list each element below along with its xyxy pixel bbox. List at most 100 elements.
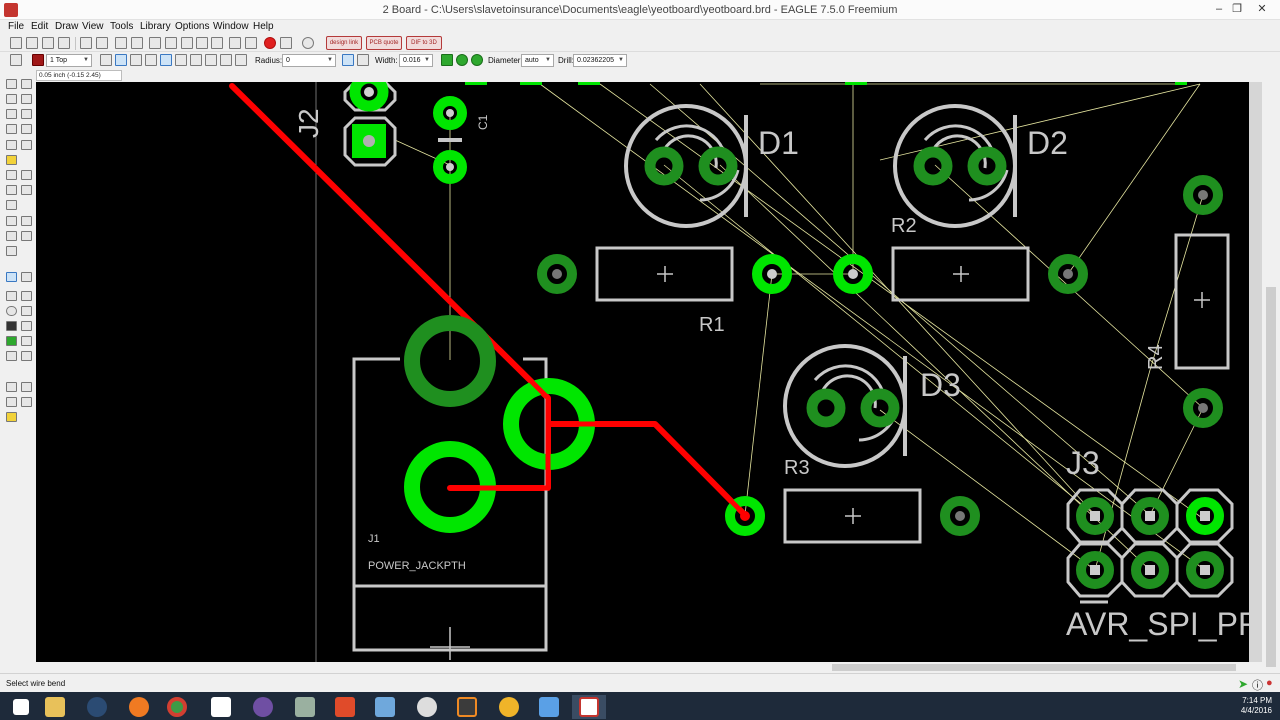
taskbar-app[interactable] <box>368 695 402 719</box>
pcb-quote-button[interactable]: PCB quote <box>366 36 402 50</box>
horizontal-scroll-thumb[interactable] <box>832 664 1236 671</box>
ratsnest-tool-icon[interactable] <box>21 382 32 392</box>
ulp-icon[interactable] <box>96 37 108 49</box>
taskbar-snow[interactable] <box>532 695 566 719</box>
dif-to-3d-button[interactable]: DIF to 3D <box>406 36 442 50</box>
drc-warning-icon[interactable] <box>6 412 17 422</box>
taskbar-twitch[interactable] <box>204 695 238 719</box>
taskbar-office[interactable] <box>328 695 362 719</box>
menu-view[interactable]: View <box>82 20 104 34</box>
bend-style-9-icon[interactable] <box>235 54 247 66</box>
mark-tool-icon[interactable] <box>21 94 32 104</box>
taskbar-flower[interactable] <box>492 695 526 719</box>
lock-tool-icon[interactable] <box>6 200 17 210</box>
signal-tool-icon[interactable] <box>21 336 32 346</box>
menu-help[interactable]: Help <box>253 20 274 34</box>
cam-icon[interactable] <box>58 37 70 49</box>
paste-tool-icon[interactable] <box>6 155 17 165</box>
close-button[interactable]: ✕ <box>1250 1 1274 18</box>
hole-tool-icon[interactable] <box>6 351 17 361</box>
save-icon[interactable] <box>26 37 38 49</box>
zoom-fit-icon[interactable] <box>149 37 161 49</box>
run-icon[interactable]: ➤ <box>1238 677 1248 691</box>
via-tool-icon[interactable] <box>6 336 17 346</box>
clock-time[interactable]: 7:14 PM <box>1241 696 1272 706</box>
layer-select[interactable]: 1 Top ▼ <box>46 54 92 67</box>
bend-style-7-icon[interactable] <box>205 54 217 66</box>
print-icon[interactable] <box>42 37 54 49</box>
via-octagon-icon[interactable] <box>471 54 483 66</box>
menu-file[interactable]: File <box>8 20 24 34</box>
group-tool-icon[interactable] <box>6 140 17 150</box>
drill-input[interactable]: 0.02362205 ▼ <box>573 54 627 67</box>
taskbar-steam[interactable] <box>80 695 114 719</box>
schematic-icon[interactable] <box>115 37 127 49</box>
zoom-in-icon[interactable] <box>165 37 177 49</box>
text-tool-icon[interactable] <box>21 291 32 301</box>
taskbar-chrome[interactable] <box>160 695 194 719</box>
taskbar-origin[interactable] <box>122 695 156 719</box>
add-tool-icon[interactable] <box>21 170 32 180</box>
script-icon[interactable] <box>80 37 92 49</box>
change-tool-icon[interactable] <box>21 140 32 150</box>
meander-tool-icon[interactable] <box>6 246 17 256</box>
route-tool-icon[interactable] <box>6 231 17 241</box>
zoom-out-icon[interactable] <box>181 37 193 49</box>
grid-icon[interactable] <box>10 54 22 66</box>
menu-edit[interactable]: Edit <box>31 20 48 34</box>
menu-draw[interactable]: Draw <box>55 20 78 34</box>
zoom-redraw-icon[interactable] <box>196 37 208 49</box>
replace-tool-icon[interactable] <box>6 185 17 195</box>
arc-tool-icon[interactable] <box>21 306 32 316</box>
vertical-scrollbar[interactable] <box>1262 69 1280 673</box>
display-tool-icon[interactable] <box>6 94 17 104</box>
taskbar-eagle[interactable] <box>572 695 606 719</box>
circle-tool-icon[interactable] <box>6 306 17 316</box>
route-active-tool-icon[interactable] <box>6 272 17 282</box>
miter-straight-icon[interactable] <box>357 54 369 66</box>
dimension-tool-icon[interactable] <box>6 382 17 392</box>
go-icon[interactable] <box>280 37 292 49</box>
bend-style-5-icon[interactable] <box>175 54 187 66</box>
polygon-tool-icon[interactable] <box>21 321 32 331</box>
attribute-tool-icon[interactable] <box>21 351 32 361</box>
bend-style-3-icon[interactable] <box>145 54 157 66</box>
zoom-select-icon[interactable] <box>211 37 223 49</box>
menu-window[interactable]: Window <box>213 20 249 34</box>
help-icon[interactable] <box>302 37 314 49</box>
autorouter-tool-icon[interactable] <box>21 272 32 282</box>
menu-tools[interactable]: Tools <box>110 20 133 34</box>
move-tool-icon[interactable] <box>6 109 17 119</box>
rotate-tool-icon[interactable] <box>21 124 32 134</box>
bend-style-8-icon[interactable] <box>220 54 232 66</box>
stop-icon[interactable] <box>264 37 276 49</box>
start-button[interactable] <box>4 695 38 719</box>
diameter-input[interactable]: auto ▼ <box>521 54 554 67</box>
taskbar-tool[interactable] <box>288 695 322 719</box>
undo-icon[interactable] <box>229 37 241 49</box>
design-link-button[interactable]: design link <box>326 36 362 50</box>
via-round-icon[interactable] <box>456 54 468 66</box>
taskbar-file-explorer[interactable] <box>38 695 72 719</box>
restore-button[interactable]: ❐ <box>1228 1 1246 18</box>
copy-tool-icon[interactable] <box>21 109 32 119</box>
menu-library[interactable]: Library <box>140 20 171 34</box>
via-square-icon[interactable] <box>441 54 453 66</box>
vertical-scroll-thumb[interactable] <box>1266 287 1276 667</box>
redo-icon[interactable] <box>245 37 257 49</box>
radius-input[interactable]: 0 ▼ <box>282 54 336 67</box>
auto-tool-icon[interactable] <box>6 397 17 407</box>
taskbar-sublime[interactable] <box>450 695 484 719</box>
minimize-button[interactable]: – <box>1210 1 1228 18</box>
miter-round-icon[interactable] <box>342 54 354 66</box>
board-icon[interactable] <box>131 37 143 49</box>
info-tool-icon[interactable] <box>6 79 17 89</box>
bend-style-0-icon[interactable] <box>100 54 112 66</box>
rect-tool-icon[interactable] <box>6 321 17 331</box>
stop-status-icon[interactable]: ● <box>1266 677 1273 689</box>
clock-date[interactable]: 4/4/2016 <box>1241 706 1272 716</box>
board-drawing[interactable]: J2 C1 D1 D2 R1 R2 D3 R3 R4 J3 AVR_SPI_PR… <box>36 82 1249 662</box>
wire-tool-icon[interactable] <box>6 291 17 301</box>
bend-style-4-icon[interactable] <box>160 54 172 66</box>
delete-tool-icon[interactable] <box>6 170 17 180</box>
